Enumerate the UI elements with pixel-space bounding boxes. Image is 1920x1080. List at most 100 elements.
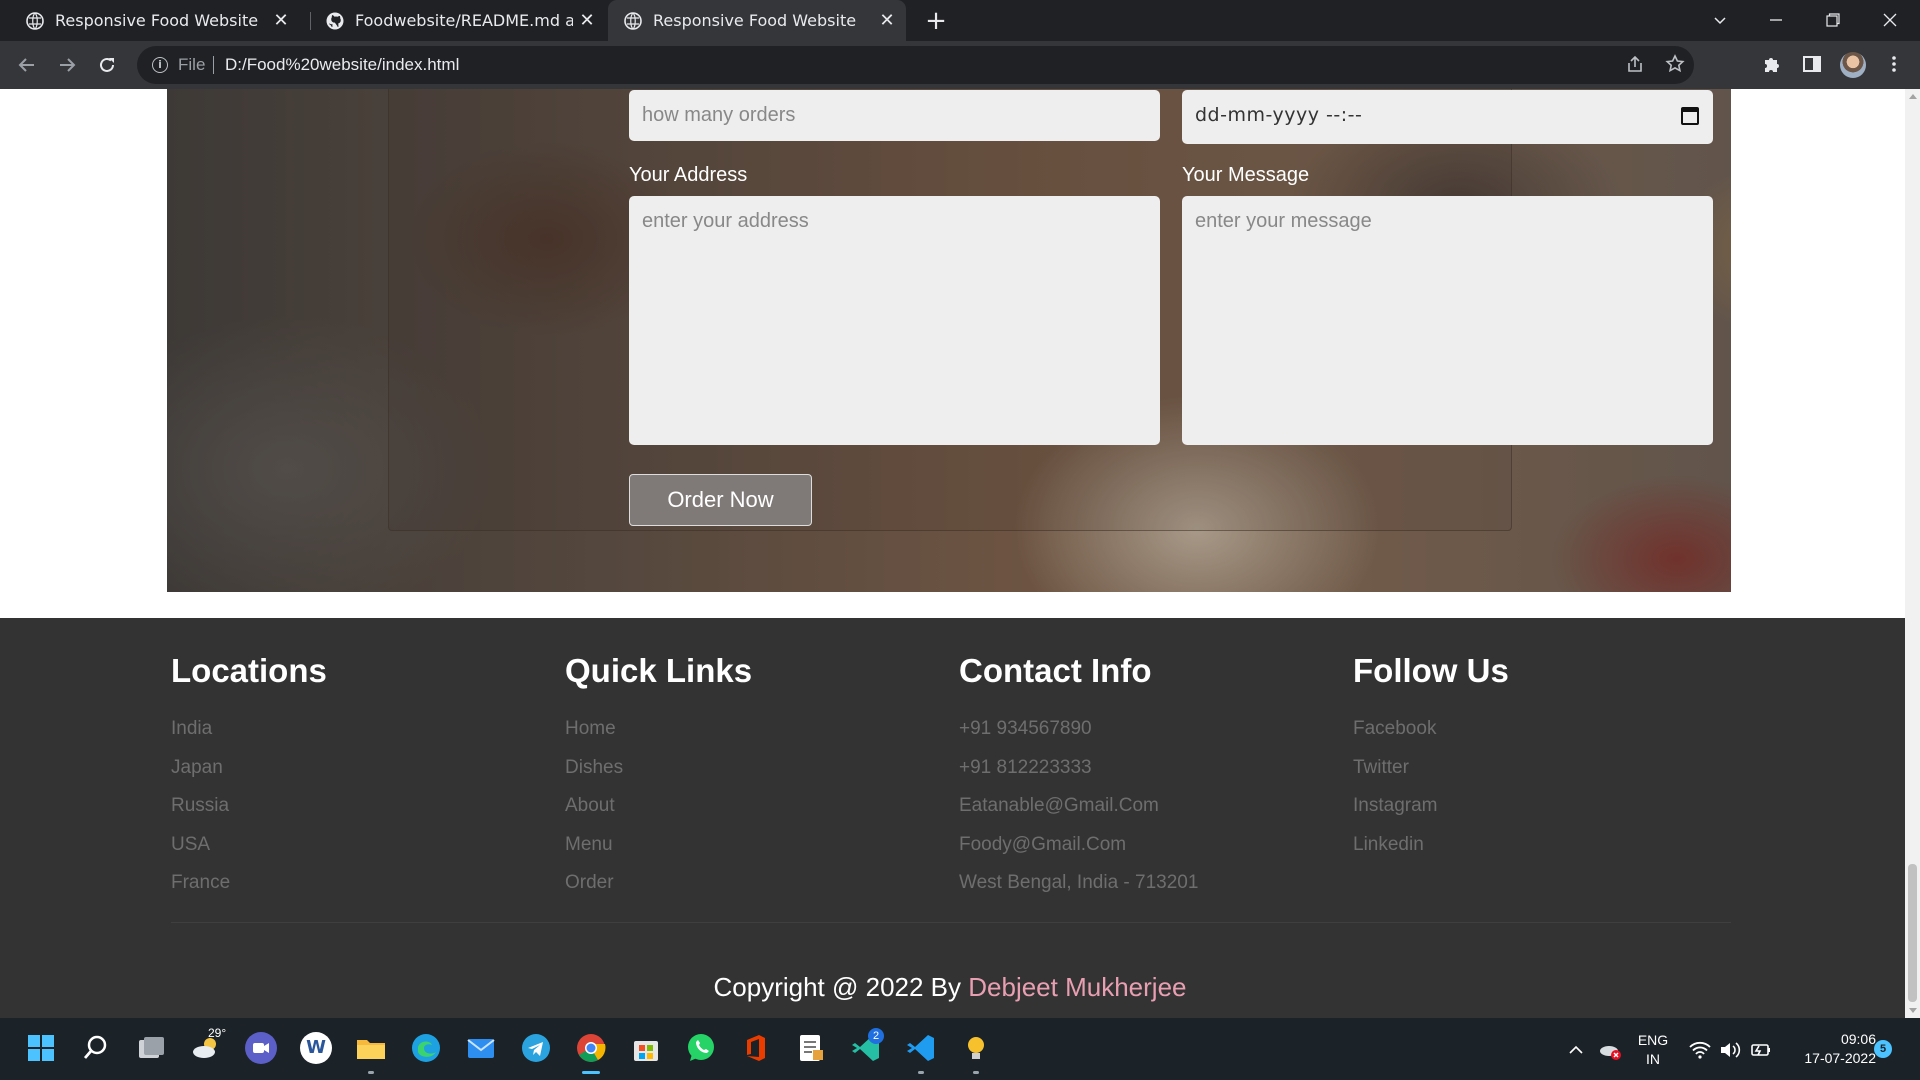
footer-link[interactable]: Twitter [1353,757,1409,779]
more-menu-icon[interactable] [1883,54,1905,76]
minimize-icon[interactable] [1748,0,1804,41]
teams-chat-icon[interactable] [245,1032,277,1064]
footer-link[interactable]: Russia [171,795,229,817]
tab-title: Foodwebsite/README.md at mai [355,11,573,30]
battery-charging-icon[interactable] [1748,1038,1772,1062]
notification-badge: 2 [868,1028,884,1044]
running-indicator [368,1071,374,1074]
word-glyph: W [306,1037,326,1058]
windows-taskbar: 29° W 2 ENG IN 09:06 17-07-2022 5 [0,1018,1920,1080]
volume-icon[interactable] [1718,1038,1742,1062]
running-indicator [918,1071,924,1074]
notification-center-icon[interactable]: 5 [1874,1040,1892,1058]
tips-lightbulb-icon[interactable] [960,1032,992,1064]
active-app-indicator [582,1071,600,1074]
footer-link[interactable]: Menu [565,834,613,856]
footer-link[interactable]: +91 812223333 [959,757,1092,779]
mail-icon[interactable] [465,1032,497,1064]
footer-link[interactable]: Facebook [1353,718,1436,740]
divider [213,56,214,74]
order-now-button[interactable]: Order Now [629,474,812,526]
language-code: ENG [1637,1032,1669,1048]
close-icon[interactable]: ✕ [876,10,898,32]
tab-title: Responsive Food Website [653,11,857,30]
clock[interactable]: 09:06 17-07-2022 [1782,1031,1876,1066]
tab-search-chevron-icon[interactable] [1692,0,1748,41]
footer-heading-follow-us: Follow Us [1353,652,1509,689]
address-textarea[interactable]: enter your address [629,196,1160,445]
page-scrollbar[interactable] [1905,89,1920,1018]
wifi-icon[interactable] [1688,1038,1712,1062]
footer-link[interactable]: Eatanable@Gmail.Com [959,795,1159,817]
office-icon[interactable] [740,1032,772,1064]
copyright-text: Copyright @ 2022 By Debjeet Mukherjee [0,972,1900,1003]
new-tab-button[interactable]: + [922,7,950,35]
tab-responsive-food-website-1[interactable]: Responsive Food Website ✕ [0,0,300,41]
github-icon [326,12,344,29]
vscode-icon[interactable] [905,1032,937,1064]
file-explorer-icon[interactable] [355,1032,387,1064]
extensions-puzzle-icon[interactable] [1761,54,1783,76]
task-view-icon[interactable] [135,1032,167,1064]
tab-responsive-food-website-active[interactable]: Responsive Food Website ✕ [608,0,906,41]
footer-link[interactable]: +91 934567890 [959,718,1092,740]
footer-link[interactable]: About [565,795,615,817]
language-indicator[interactable]: ENG IN [1636,1032,1670,1067]
footer-link[interactable]: Foody@Gmail.Com [959,834,1126,856]
orders-count-input[interactable]: how many orders [629,90,1160,141]
calendar-icon[interactable] [1681,107,1699,125]
message-textarea[interactable]: enter your message [1182,196,1713,445]
scroll-up-arrow-icon[interactable] [1909,94,1917,99]
word-app-icon[interactable]: W [300,1032,332,1064]
url-scheme-label: File [178,55,206,74]
show-hidden-icons-chevron-icon[interactable] [1566,1040,1586,1060]
vscode-insiders-icon[interactable]: 2 [850,1028,884,1064]
footer-link[interactable]: France [171,872,230,894]
datetime-input[interactable]: dd-mm-yyyy --:-- [1182,90,1713,144]
restore-icon[interactable] [1805,0,1861,41]
address-bar[interactable]: i File D:/Food%20website/index.html [137,46,1694,84]
footer-link[interactable]: India [171,718,212,740]
tab-github-readme[interactable]: Foodwebsite/README.md at mai ✕ [300,0,606,41]
footer-link[interactable]: Dishes [565,757,623,779]
scrollbar-thumb[interactable] [1908,864,1917,1002]
footer-link[interactable]: Order [565,872,614,894]
footer-link[interactable]: West Bengal, India - 713201 [959,872,1198,894]
search-icon[interactable] [80,1032,112,1064]
profile-avatar[interactable] [1840,52,1866,78]
footer-link[interactable]: Japan [171,757,223,779]
chrome-icon[interactable] [575,1032,607,1064]
clock-time: 09:06 [1840,1031,1876,1047]
address-placeholder: enter your address [642,210,809,232]
side-panel-icon[interactable] [1801,54,1823,76]
page-viewport: how many orders dd-mm-yyyy --:-- Your Ad… [0,89,1905,1018]
order-form: how many orders dd-mm-yyyy --:-- Your Ad… [388,89,1713,531]
close-icon[interactable]: ✕ [270,10,292,32]
share-icon[interactable] [1624,54,1646,76]
orders-count-placeholder: how many orders [642,104,796,126]
reload-icon[interactable] [93,51,121,79]
close-icon[interactable]: ✕ [576,10,598,32]
copyright-author-link[interactable]: Debjeet Mukherjee [968,972,1186,1002]
footer-link[interactable]: Home [565,718,616,740]
windows-start-icon[interactable] [25,1032,57,1064]
document-editor-icon[interactable] [795,1032,827,1064]
microsoft-store-icon[interactable] [630,1032,662,1064]
whatsapp-icon[interactable] [685,1032,717,1064]
url-text[interactable]: D:/Food%20website/index.html [225,55,459,75]
footer-link[interactable]: Instagram [1353,795,1437,817]
region-code: IN [1646,1051,1660,1067]
weather-icon[interactable]: 29° [190,1026,226,1064]
footer-link[interactable]: USA [171,834,210,856]
bookmark-star-icon[interactable] [1664,54,1686,76]
window-close-icon[interactable] [1862,0,1918,41]
footer-link[interactable]: Linkedin [1353,834,1424,856]
info-icon[interactable]: i [152,57,168,73]
back-arrow-icon[interactable] [13,51,41,79]
edge-browser-icon[interactable] [410,1032,442,1064]
telegram-icon[interactable] [520,1032,552,1064]
onedrive-error-icon[interactable] [1598,1038,1622,1062]
scroll-down-arrow-icon[interactable] [1909,1008,1917,1013]
forward-arrow-icon[interactable] [53,51,81,79]
footer-heading-locations: Locations [171,652,327,689]
